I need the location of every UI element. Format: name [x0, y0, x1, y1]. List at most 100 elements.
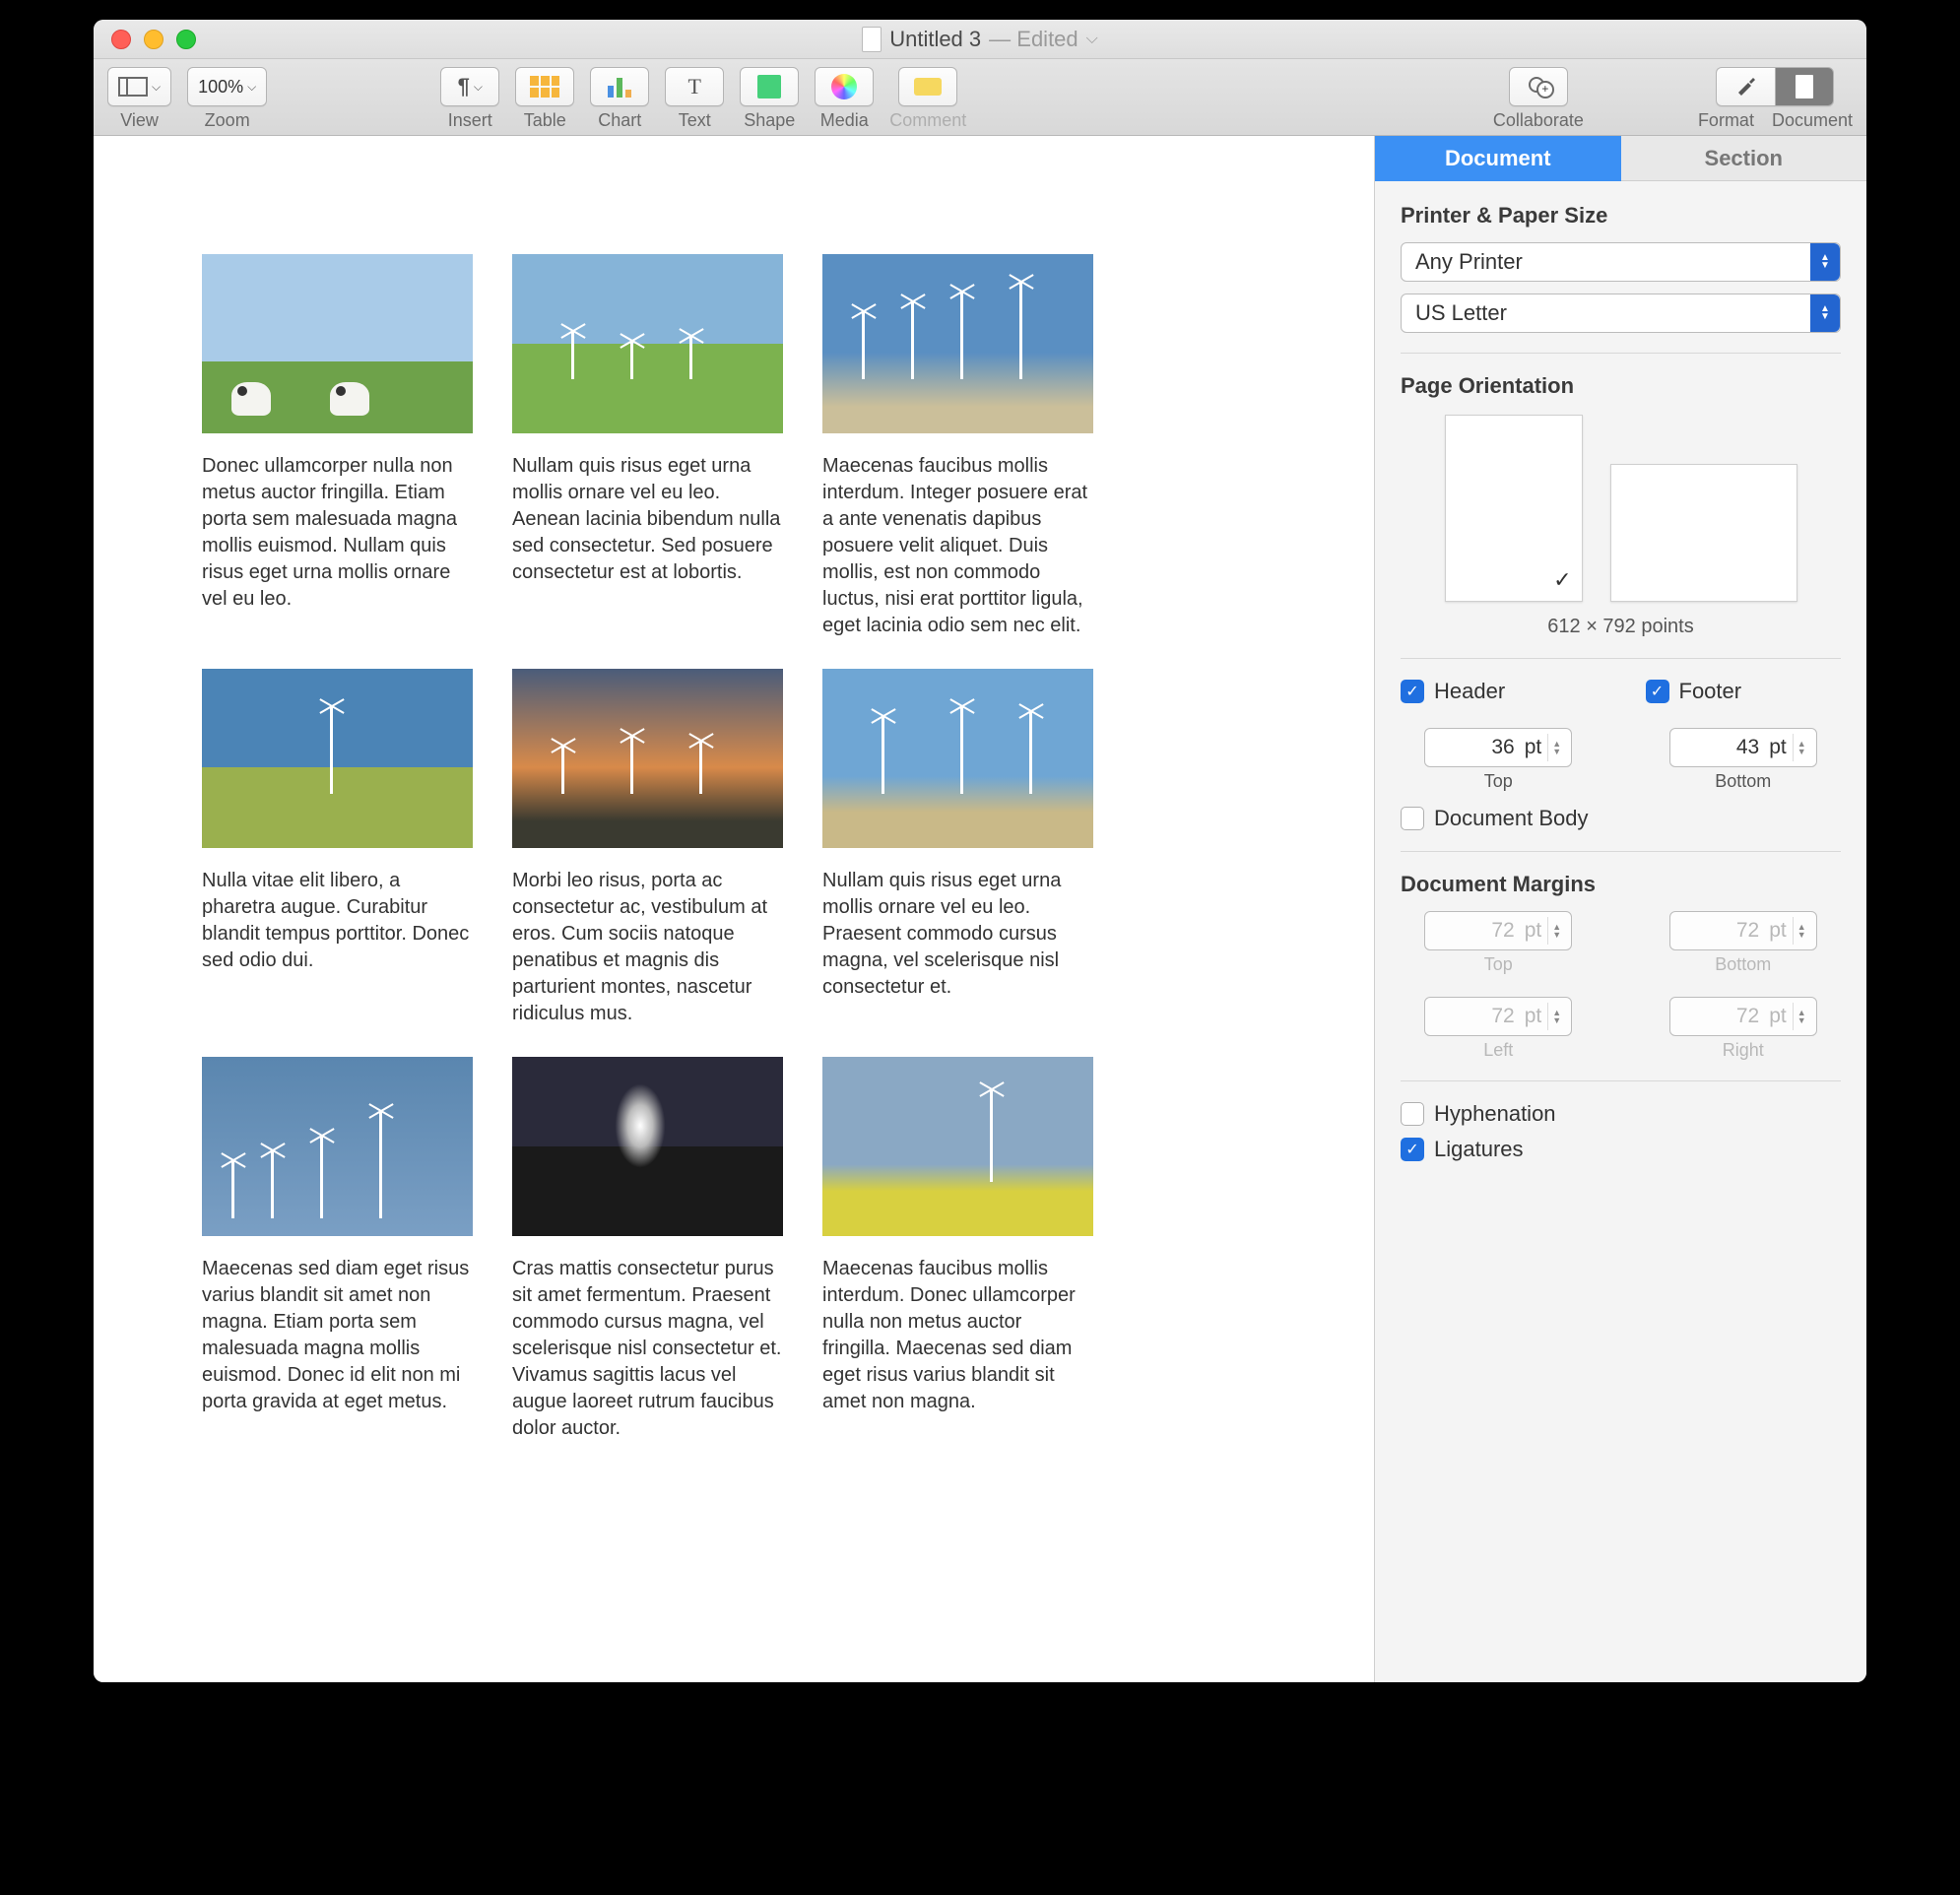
caption-text[interactable]: Nulla vitae elit libero, a pharetra augu… [202, 868, 473, 974]
footer-label: Footer [1679, 679, 1742, 704]
grid-cell: Nulla vitae elit libero, a pharetra augu… [202, 669, 473, 1027]
stepper-unit: pt [1769, 736, 1787, 759]
margins-heading: Document Margins [1401, 872, 1841, 897]
inspector-panel: Document Section Printer & Paper Size An… [1374, 136, 1866, 1682]
table-button[interactable] [515, 67, 574, 106]
caption-text[interactable]: Maecenas faucibus mollis interdum. Donec… [822, 1256, 1093, 1415]
media-button[interactable] [815, 67, 874, 106]
content-grid: Donec ullamcorper nulla non metus auctor… [202, 254, 1266, 1442]
media-label: Media [820, 110, 869, 131]
margin-bottom-stepper[interactable]: 72 pt ▲▼ [1669, 911, 1817, 950]
grid-cell: Nullam quis risus eget urna mollis ornar… [822, 669, 1093, 1027]
stepper-arrows-icon: ▲▼ [1793, 917, 1812, 945]
placed-image[interactable] [202, 254, 473, 433]
printer-value: Any Printer [1415, 249, 1523, 275]
media-icon [831, 74, 857, 99]
margin-top-stepper[interactable]: 72 pt ▲▼ [1424, 911, 1572, 950]
caption-text[interactable]: Maecenas faucibus mollis interdum. Integ… [822, 453, 1093, 639]
shape-button[interactable] [740, 67, 799, 106]
hyphenation-checkbox[interactable] [1401, 1102, 1424, 1126]
stepper-unit: pt [1525, 1005, 1542, 1028]
ligatures-label: Ligatures [1434, 1137, 1524, 1162]
chevron-down-icon: ⌵ [247, 80, 256, 95]
caption-text[interactable]: Cras mattis consectetur purus sit amet f… [512, 1256, 783, 1442]
stepper-arrows-icon: ▲▼ [1547, 1003, 1567, 1030]
grid-cell: Morbi leo risus, porta ac consectetur ac… [512, 669, 783, 1027]
placed-image[interactable] [822, 669, 1093, 848]
margin-bottom-label: Bottom [1715, 954, 1771, 975]
printer-select[interactable]: Any Printer ▲▼ [1401, 242, 1841, 282]
header-checkbox[interactable]: ✓ [1401, 680, 1424, 703]
ligatures-checkbox[interactable]: ✓ [1401, 1138, 1424, 1161]
chart-button[interactable] [590, 67, 649, 106]
footer-checkbox[interactable]: ✓ [1646, 680, 1669, 703]
text-icon: T [688, 74, 701, 99]
table-label: Table [524, 110, 566, 131]
stepper-value: 72 [1670, 919, 1763, 943]
stepper-unit: pt [1525, 919, 1542, 943]
pilcrow-icon: ¶ [458, 74, 470, 99]
placed-image[interactable] [512, 669, 783, 848]
tab-section[interactable]: Section [1621, 136, 1867, 181]
document-body-label: Document Body [1434, 806, 1589, 831]
header-top-stepper[interactable]: 36 pt ▲▼ [1424, 728, 1572, 767]
zoom-button[interactable]: 100% ⌵ [187, 67, 267, 106]
stepper-arrows-icon: ▲▼ [1547, 734, 1567, 761]
caption-text[interactable]: Nullam quis risus eget urna mollis ornar… [822, 868, 1093, 1001]
stepper-arrows-icon: ▲▼ [1793, 734, 1812, 761]
caption-text[interactable]: Nullam quis risus eget urna mollis ornar… [512, 453, 783, 586]
caption-text[interactable]: Maecenas sed diam eget risus varius blan… [202, 1256, 473, 1415]
caption-text[interactable]: Donec ullamcorper nulla non metus auctor… [202, 453, 473, 613]
collaborate-icon [1525, 77, 1552, 97]
brush-icon [1734, 75, 1758, 98]
caption-text[interactable]: Morbi leo risus, porta ac consectetur ac… [512, 868, 783, 1027]
grid-cell: Maecenas faucibus mollis interdum. Integ… [822, 254, 1093, 639]
comment-button[interactable] [898, 67, 957, 106]
text-label: Text [679, 110, 711, 131]
titlebar: Untitled 3 — Edited ⌵ [94, 20, 1866, 59]
collaborate-label: Collaborate [1493, 110, 1584, 131]
stepper-unit: pt [1769, 919, 1787, 943]
inspector-tabs: Document Section [1375, 136, 1866, 181]
hyphenation-label: Hyphenation [1434, 1101, 1556, 1127]
orientation-portrait[interactable]: ✓ [1445, 415, 1583, 602]
checkmark-icon: ✓ [1553, 567, 1571, 593]
text-button[interactable]: T [665, 67, 724, 106]
stepper-arrows-icon: ▲▼ [1793, 1003, 1812, 1030]
placed-image[interactable] [512, 254, 783, 433]
placed-image[interactable] [822, 254, 1093, 433]
document-canvas[interactable]: Donec ullamcorper nulla non metus auctor… [94, 136, 1374, 1682]
chart-label: Chart [598, 110, 641, 131]
document-inspector-button[interactable] [1775, 67, 1834, 106]
placed-image[interactable] [202, 1057, 473, 1236]
margin-right-stepper[interactable]: 72 pt ▲▼ [1669, 997, 1817, 1036]
chevron-down-icon: ⌵ [474, 80, 483, 95]
view-label: View [120, 110, 159, 131]
orientation-heading: Page Orientation [1401, 373, 1841, 399]
collaborate-button[interactable] [1509, 67, 1568, 106]
placed-image[interactable] [202, 669, 473, 848]
paper-size-select[interactable]: US Letter ▲▼ [1401, 294, 1841, 333]
toolbar: ⌵ View 100% ⌵ Zoom ¶ ⌵ Insert Table [94, 59, 1866, 136]
chevron-down-icon: ⌵ [152, 80, 161, 95]
paper-value: US Letter [1415, 300, 1507, 326]
placed-image[interactable] [512, 1057, 783, 1236]
document-status: — Edited [989, 27, 1078, 52]
footer-bottom-stepper[interactable]: 43 pt ▲▼ [1669, 728, 1817, 767]
grid-cell: Cras mattis consectetur purus sit amet f… [512, 1057, 783, 1442]
margin-left-stepper[interactable]: 72 pt ▲▼ [1424, 997, 1572, 1036]
margin-left-label: Left [1483, 1040, 1513, 1061]
document-title: Untitled 3 [889, 27, 981, 52]
stepper-arrows-icon: ▲▼ [1547, 917, 1567, 945]
document-body-checkbox[interactable] [1401, 807, 1424, 830]
view-button[interactable]: ⌵ [107, 67, 171, 106]
format-inspector-button[interactable] [1716, 67, 1775, 106]
placed-image[interactable] [822, 1057, 1093, 1236]
header-sub-label: Top [1484, 771, 1513, 792]
grid-cell: Maecenas sed diam eget risus varius blan… [202, 1057, 473, 1442]
insert-button[interactable]: ¶ ⌵ [440, 67, 499, 106]
tab-document[interactable]: Document [1375, 136, 1621, 181]
orientation-landscape[interactable] [1610, 464, 1797, 602]
grid-cell: Maecenas faucibus mollis interdum. Donec… [822, 1057, 1093, 1442]
window-title[interactable]: Untitled 3 — Edited ⌵ [94, 27, 1866, 52]
